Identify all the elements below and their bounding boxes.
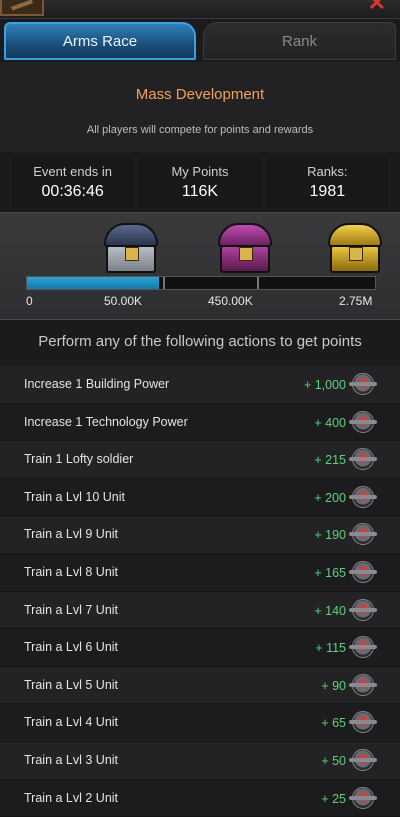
action-row: Train a Lvl 3 Unit + 50	[0, 741, 400, 780]
points-badge-icon	[349, 748, 377, 771]
action-points: + 25	[321, 791, 346, 806]
milestone-tick	[257, 277, 259, 289]
close-icon[interactable]: ✕	[368, 0, 386, 14]
rank-label: Ranks:	[307, 164, 348, 179]
action-row: Increase 1 Building Power + 1,000	[0, 366, 400, 404]
actions-heading: Perform any of the following actions to …	[38, 333, 362, 350]
action-points: + 215	[314, 453, 346, 468]
action-row: Train a Lvl 5 Unit + 90	[0, 666, 400, 705]
event-subtitle: All players will compete for points and …	[86, 124, 314, 136]
points-badge-icon	[349, 636, 377, 659]
action-label: Increase 1 Building Power	[24, 377, 170, 391]
action-row: Train a Lvl 4 Unit + 65	[0, 704, 400, 742]
action-label: Train a Lvl 3 Unit	[24, 752, 119, 767]
points-badge-icon	[349, 523, 377, 546]
event-timer-value: 00:36:46	[41, 183, 104, 200]
action-points: + 1,000	[303, 378, 346, 392]
event-header	[0, 62, 400, 152]
points-badge-icon	[349, 598, 377, 621]
action-row: Train a Lvl 9 Unit + 190	[0, 516, 400, 554]
action-row: Train a Lvl 7 Unit + 140	[0, 591, 400, 630]
action-label: Train a Lvl 9 Unit	[24, 527, 119, 542]
tab-arms-race[interactable]: Arms Race	[4, 22, 196, 60]
points-badge-icon	[349, 410, 377, 433]
points-badge-icon	[349, 560, 377, 583]
tab-rank[interactable]: Rank	[203, 22, 396, 60]
event-stats: Event ends in 00:36:46 My Points 116K Ra…	[12, 157, 388, 208]
event-timer-label: Event ends in	[33, 164, 113, 179]
action-label: Train a Lvl 5 Unit	[24, 677, 119, 692]
points-badge-icon	[349, 485, 377, 508]
back-arrow-icon	[10, 0, 34, 11]
points-badge-icon	[349, 786, 377, 809]
rank-value: 1981	[309, 183, 346, 200]
action-label: Increase 1 Technology Power	[24, 414, 188, 429]
action-label: Train a Lvl 8 Unit	[24, 564, 119, 579]
action-label: Train a Lvl 2 Unit	[24, 790, 119, 805]
points-badge-icon	[349, 373, 377, 395]
milestone-2: 450.00K	[208, 294, 253, 308]
my-points-card: My Points 116K	[139, 157, 261, 208]
points-progress-bar	[26, 276, 376, 290]
action-points: + 65	[321, 716, 346, 731]
action-points: + 140	[314, 603, 346, 618]
action-label: Train a Lvl 10 Unit	[24, 489, 125, 504]
action-points: + 400	[314, 415, 346, 430]
event-timer-card: Event ends in 00:36:46	[12, 157, 134, 208]
progress-fill	[27, 277, 160, 289]
rank-card[interactable]: Ranks: 1981	[266, 157, 388, 208]
action-label: Train a Lvl 6 Unit	[24, 640, 119, 655]
action-points: + 165	[314, 565, 346, 580]
action-row: Train a Lvl 10 Unit + 200	[0, 478, 400, 517]
action-label: Train a Lvl 4 Unit	[24, 715, 119, 730]
action-label: Train 1 Lofty soldier	[24, 452, 134, 467]
action-row: Train a Lvl 8 Unit + 165	[0, 553, 400, 592]
tab-bar: Arms Race Rank	[0, 22, 400, 60]
milestone-3: 2.75M	[339, 294, 373, 308]
action-points: + 50	[321, 753, 346, 768]
gold-chest-icon[interactable]	[328, 223, 382, 275]
my-points-label: My Points	[171, 164, 229, 179]
milestone-0: 0	[26, 294, 33, 308]
my-points-value: 116K	[181, 183, 219, 200]
action-points: + 190	[314, 528, 346, 543]
action-row: Train a Lvl 6 Unit + 115	[0, 629, 400, 667]
action-list: Increase 1 Building Power + 1,000 Increase…	[0, 366, 400, 817]
action-points: + 200	[314, 490, 346, 505]
event-title: Mass Development	[135, 86, 265, 103]
top-bar: ✕	[0, 0, 400, 19]
action-points: + 115	[315, 641, 346, 656]
points-badge-icon	[349, 673, 377, 696]
action-label: Train a Lvl 7 Unit	[24, 602, 119, 617]
action-points: + 90	[321, 678, 346, 693]
back-button[interactable]	[0, 0, 44, 16]
milestone-tick	[163, 277, 165, 289]
purple-chest-icon[interactable]	[218, 223, 272, 275]
action-row: Increase 1 Technology Power + 400	[0, 403, 400, 442]
action-row: Train 1 Lofty soldier + 215	[0, 441, 400, 479]
milestone-1: 50.00K	[104, 294, 143, 308]
action-row: Train a Lvl 2 Unit + 25	[0, 779, 400, 817]
points-badge-icon	[349, 711, 377, 734]
points-badge-icon	[349, 448, 377, 471]
silver-chest-icon[interactable]	[104, 223, 158, 275]
